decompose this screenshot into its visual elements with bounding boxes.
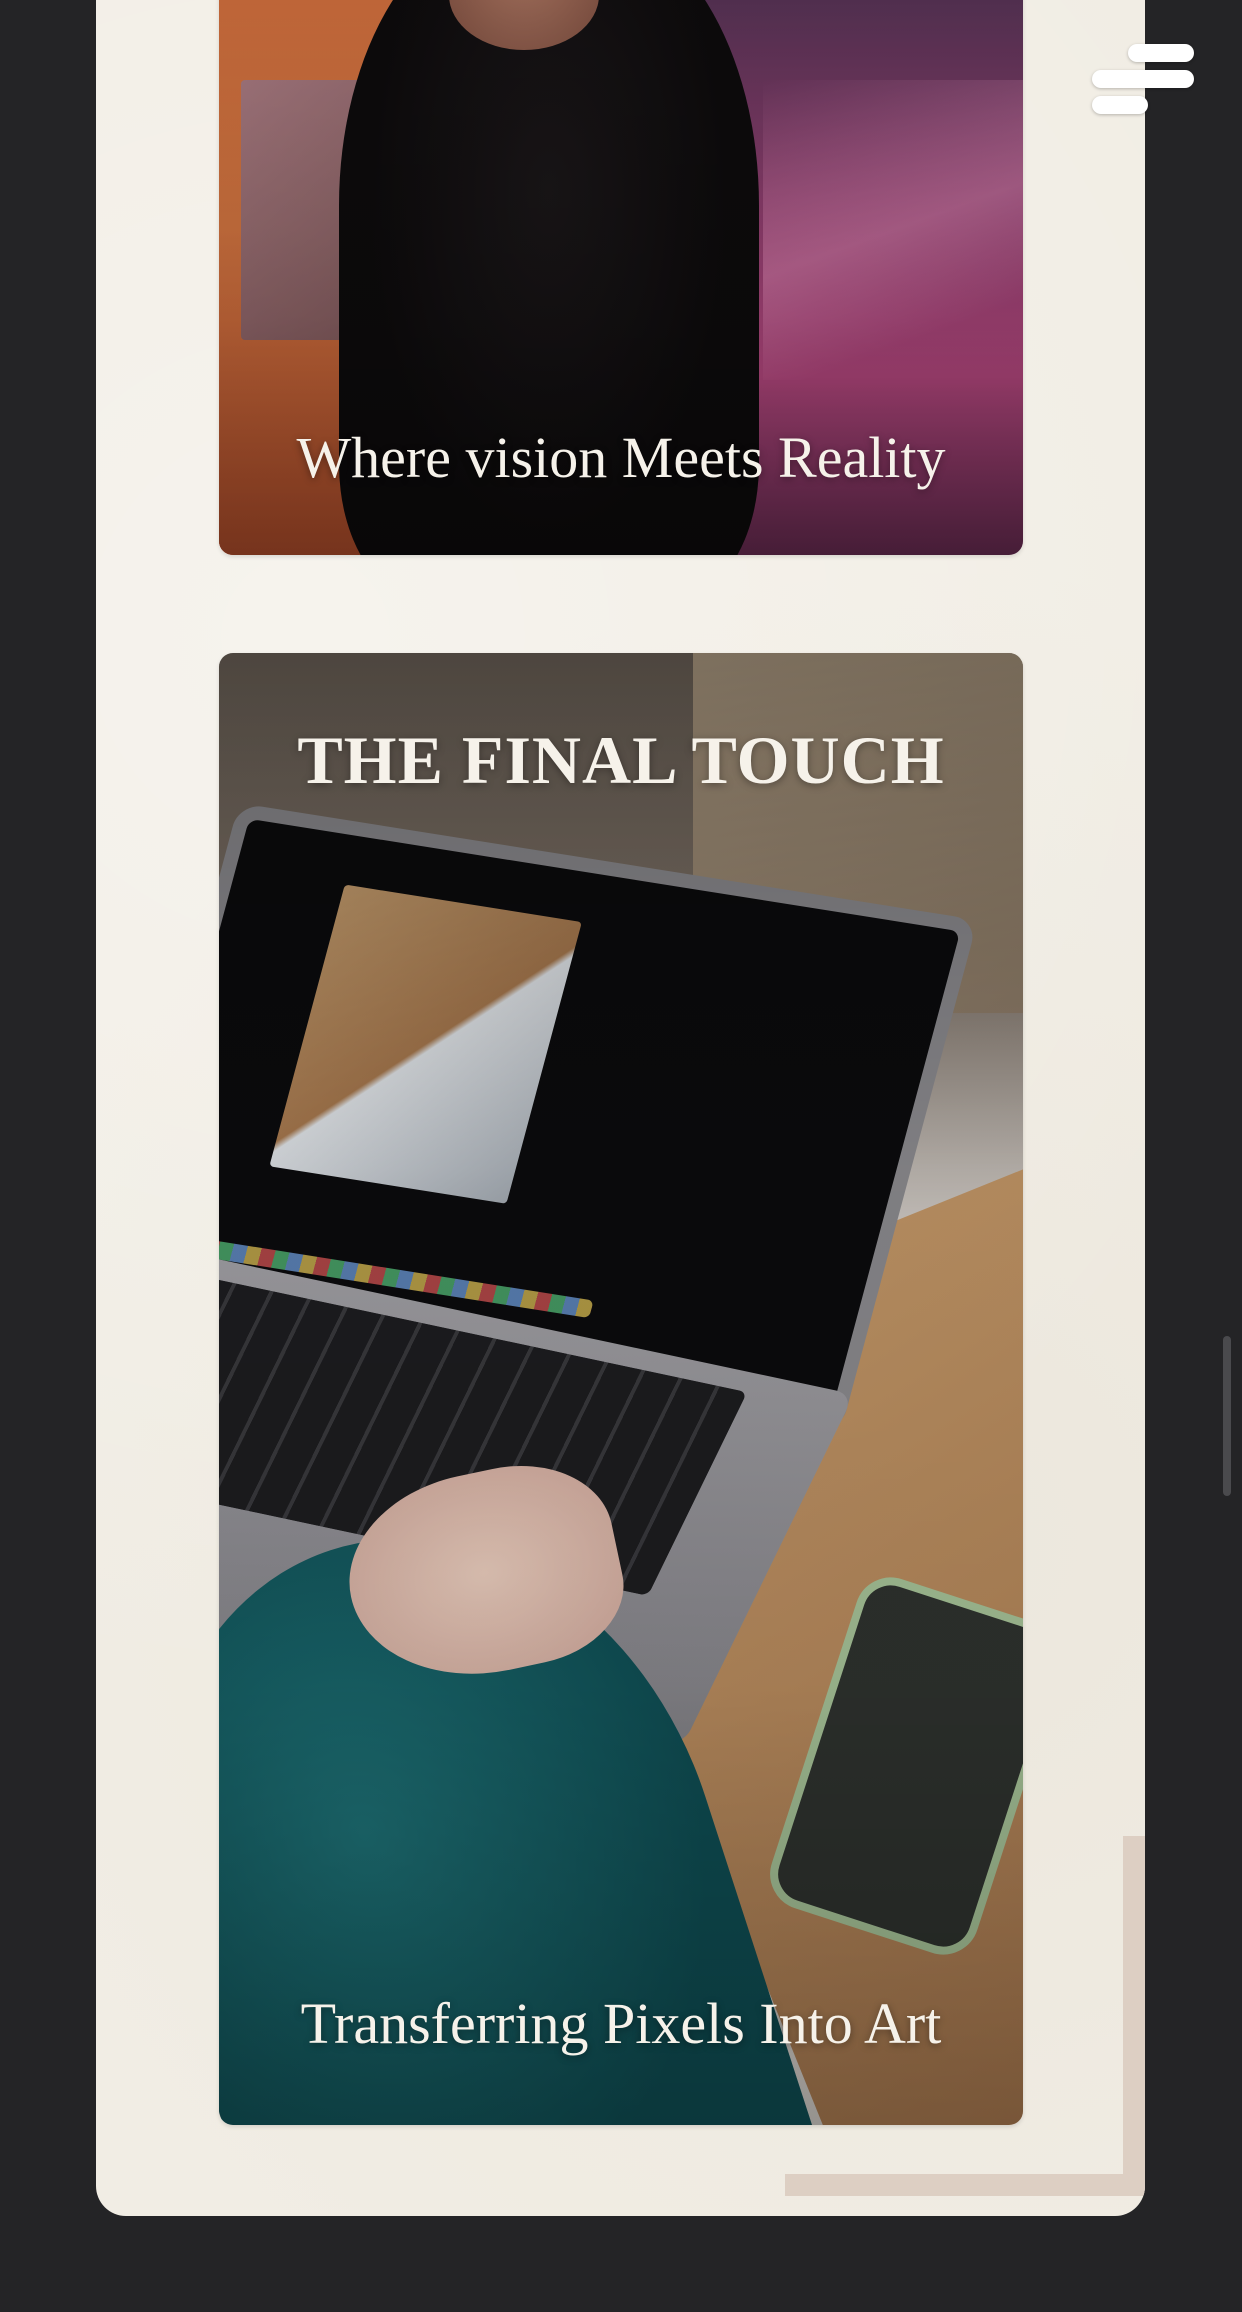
content-panel: Where vision Meets Reality THE FINAL TOU… bbox=[96, 0, 1145, 2216]
card-caption: Where vision Meets Reality bbox=[296, 425, 946, 490]
card-caption: Transferring Pixels Into Art bbox=[300, 1991, 942, 2056]
gallery-card-vision[interactable]: Where vision Meets Reality bbox=[219, 0, 1023, 555]
scrollbar[interactable] bbox=[1223, 1336, 1231, 1496]
gallery-card-final-touch[interactable]: THE FINAL TOUCH Transferring Pixels Into… bbox=[219, 653, 1023, 2125]
card-title: THE FINAL TOUCH bbox=[297, 722, 945, 798]
hamburger-menu-icon[interactable] bbox=[1088, 40, 1198, 120]
